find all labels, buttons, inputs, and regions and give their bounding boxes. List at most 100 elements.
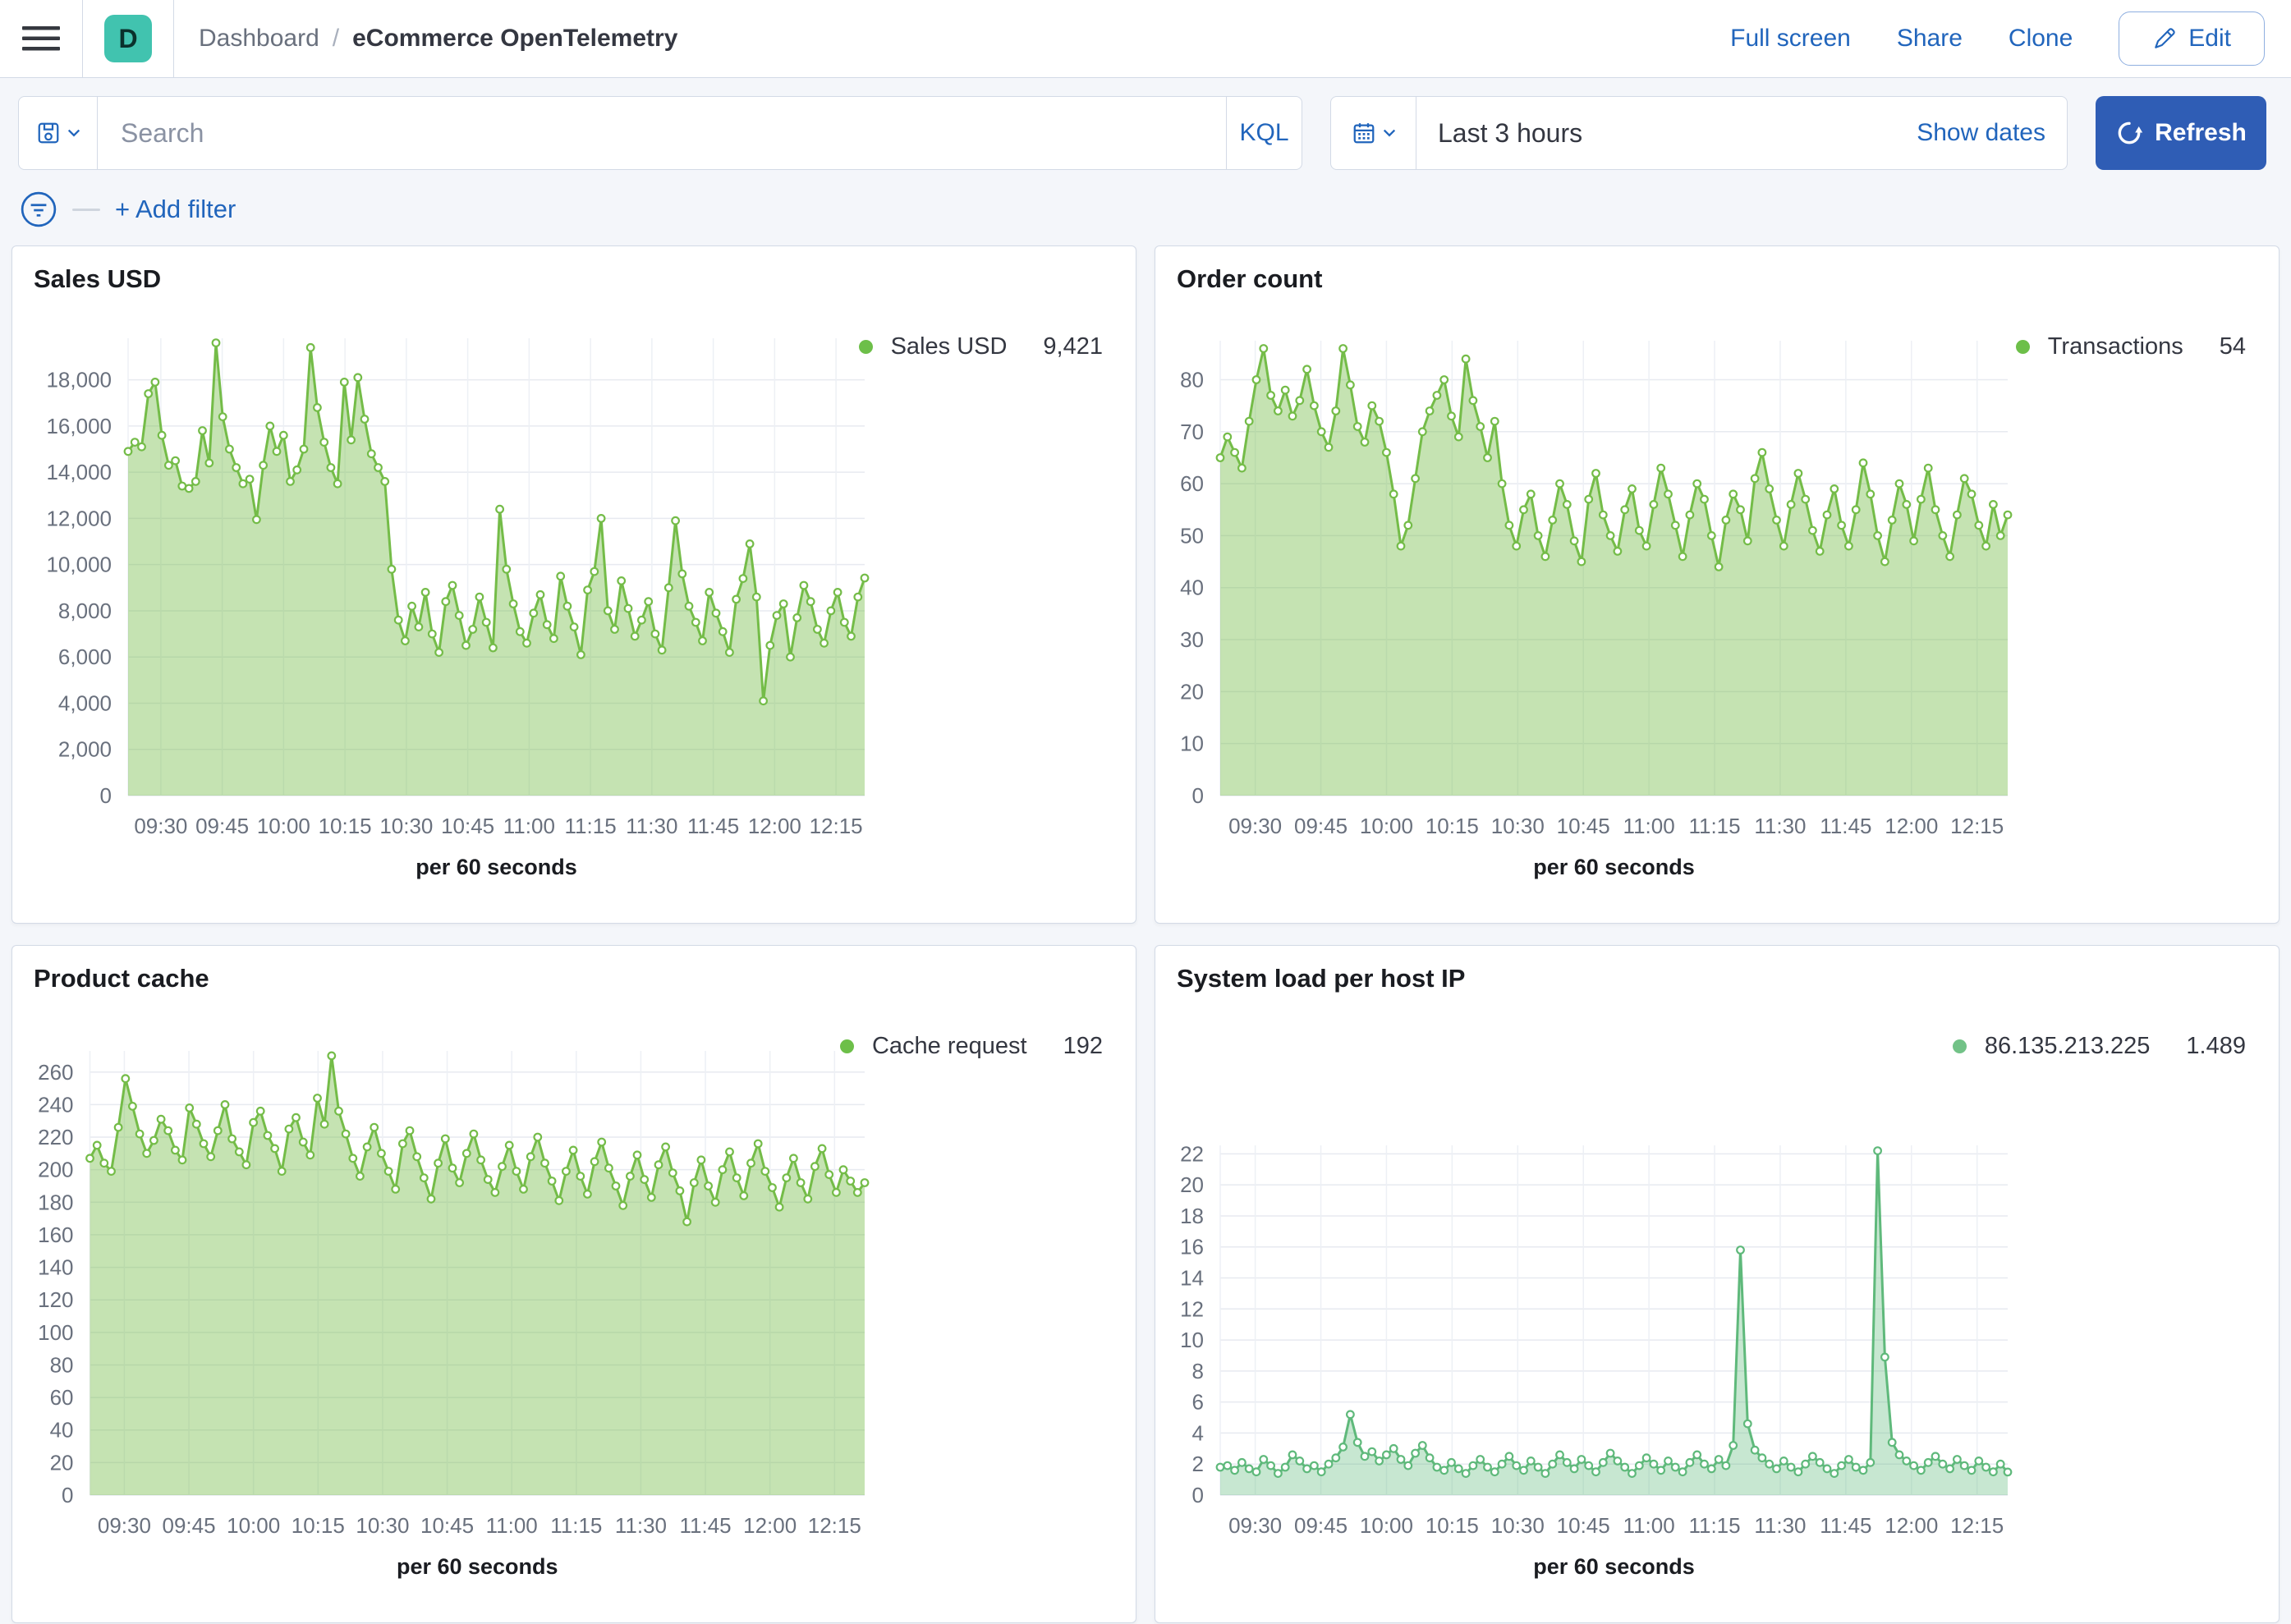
svg-text:11:30: 11:30 <box>615 1513 667 1538</box>
legend-dot-icon <box>858 340 873 354</box>
svg-text:70: 70 <box>1180 420 1204 444</box>
svg-text:0: 0 <box>1192 1483 1204 1507</box>
svg-text:12: 12 <box>1180 1296 1204 1321</box>
svg-text:0: 0 <box>100 783 112 808</box>
calendar-icon <box>1353 123 1374 144</box>
legend-label: Sales USD <box>890 333 1008 360</box>
svg-text:per 60 seconds: per 60 seconds <box>397 1554 558 1579</box>
svg-text:10:00: 10:00 <box>227 1513 280 1538</box>
svg-text:12:00: 12:00 <box>1885 1513 1938 1538</box>
svg-text:6,000: 6,000 <box>58 645 112 669</box>
svg-text:12:15: 12:15 <box>1950 1513 2004 1538</box>
svg-text:180: 180 <box>38 1190 73 1214</box>
svg-text:16: 16 <box>1180 1235 1204 1259</box>
add-filter-button[interactable]: + Add filter <box>115 195 236 224</box>
svg-text:10:00: 10:00 <box>1360 1513 1413 1538</box>
saved-query-menu-button[interactable] <box>19 97 98 169</box>
legend-label: Transactions <box>2047 333 2183 360</box>
svg-text:10:30: 10:30 <box>356 1513 409 1538</box>
breadcrumb-dashboard[interactable]: Dashboard <box>199 25 319 53</box>
svg-text:per 60 seconds: per 60 seconds <box>1533 855 1695 879</box>
legend-value: 1.489 <box>2186 1033 2246 1059</box>
svg-text:11:30: 11:30 <box>626 814 677 838</box>
svg-text:10:15: 10:15 <box>1426 814 1479 838</box>
svg-text:11:00: 11:00 <box>1623 814 1675 838</box>
panel-product-cache: 0 20 40 60 80 100 120 140 160 180 200 220 240 260 09:3… <box>11 945 1136 1623</box>
panel-system-load: 0 2 4 6 8 10 12 14 16 18 20 22 09:30 09:45 10:00 10:15 1… <box>1155 945 2280 1623</box>
svg-text:6: 6 <box>1192 1390 1204 1415</box>
date-quick-select-button[interactable] <box>1331 97 1416 169</box>
svg-text:11:00: 11:00 <box>486 1513 538 1538</box>
svg-text:10:30: 10:30 <box>379 814 433 838</box>
full-screen-button[interactable]: Full screen <box>1730 25 1851 53</box>
panel-order-count: 0 10 20 30 40 50 60 70 80 09:30 09:45 10:00 10:15 10:… <box>1155 245 2280 924</box>
svg-text:10:00: 10:00 <box>257 814 310 838</box>
chevron-down-icon <box>67 129 80 137</box>
svg-text:12:15: 12:15 <box>808 1513 861 1538</box>
space-avatar[interactable]: D <box>104 15 152 62</box>
svg-text:09:30: 09:30 <box>98 1513 151 1538</box>
svg-text:2,000: 2,000 <box>58 737 112 762</box>
svg-text:200: 200 <box>38 1158 73 1182</box>
svg-text:50: 50 <box>1180 523 1204 548</box>
legend-dot-icon <box>1952 1039 1967 1053</box>
svg-text:0: 0 <box>62 1483 73 1507</box>
svg-text:10:30: 10:30 <box>1491 814 1545 838</box>
svg-text:80: 80 <box>1180 367 1204 392</box>
svg-text:09:45: 09:45 <box>1294 814 1348 838</box>
svg-text:10,000: 10,000 <box>46 553 112 577</box>
legend-value: 192 <box>1063 1033 1103 1059</box>
legend-item[interactable]: Cache request 192 <box>839 1033 1103 1060</box>
refresh-button[interactable]: Refresh <box>2096 96 2266 170</box>
svg-text:09:30: 09:30 <box>1228 814 1282 838</box>
svg-text:10:45: 10:45 <box>1557 814 1610 838</box>
legend-item[interactable]: 86.135.213.225 1.489 <box>1952 1033 2246 1060</box>
legend-item[interactable]: Transactions 54 <box>2015 333 2246 360</box>
time-range-value[interactable]: Last 3 hours <box>1416 118 1582 149</box>
svg-text:0: 0 <box>1192 783 1204 808</box>
svg-text:11:00: 11:00 <box>1623 1513 1675 1538</box>
svg-text:160: 160 <box>38 1223 73 1247</box>
header-actions: Full screen Share Clone Edit <box>1730 11 2291 66</box>
show-dates-button[interactable]: Show dates <box>1917 119 2067 147</box>
panel-title: Product cache <box>34 964 209 993</box>
svg-text:12:15: 12:15 <box>810 814 863 838</box>
svg-text:60: 60 <box>50 1385 74 1410</box>
svg-text:11:15: 11:15 <box>1688 814 1740 838</box>
panel-sales-usd: 0 2,000 4,000 6,000 8,000 10,000 12,000 14,000 1… <box>11 245 1136 924</box>
panel-title: Order count <box>1177 264 1323 293</box>
refresh-icon <box>2118 122 2143 145</box>
menu-button[interactable] <box>0 0 82 77</box>
query-language-button[interactable]: KQL <box>1226 97 1302 169</box>
svg-text:11:15: 11:15 <box>550 1513 602 1538</box>
search-input[interactable]: Search <box>98 118 1226 149</box>
edit-button[interactable]: Edit <box>2119 11 2265 66</box>
filter-icon[interactable] <box>20 190 57 228</box>
svg-text:10:45: 10:45 <box>420 1513 474 1538</box>
svg-text:10:30: 10:30 <box>1491 1513 1545 1538</box>
svg-text:09:45: 09:45 <box>1294 1513 1348 1538</box>
svg-text:12,000: 12,000 <box>46 506 112 530</box>
svg-text:12:00: 12:00 <box>743 1513 797 1538</box>
svg-text:14: 14 <box>1180 1266 1204 1291</box>
chevron-down-icon <box>1383 129 1395 137</box>
legend-item[interactable]: Sales USD 9,421 <box>858 333 1103 360</box>
svg-text:14,000: 14,000 <box>46 460 112 484</box>
share-button[interactable]: Share <box>1897 25 1963 53</box>
hamburger-icon <box>22 26 60 51</box>
svg-text:16,000: 16,000 <box>46 414 112 438</box>
svg-text:100: 100 <box>38 1320 73 1345</box>
legend-dot-icon <box>2015 340 2030 354</box>
svg-text:09:45: 09:45 <box>195 814 249 838</box>
svg-text:18,000: 18,000 <box>46 368 112 392</box>
svg-text:11:45: 11:45 <box>1820 814 1871 838</box>
legend-label: 86.135.213.225 <box>1984 1033 2151 1059</box>
svg-text:per 60 seconds: per 60 seconds <box>416 855 577 879</box>
clone-button[interactable]: Clone <box>2009 25 2073 53</box>
save-icon <box>38 122 58 144</box>
svg-text:11:15: 11:15 <box>1688 1513 1740 1538</box>
svg-text:140: 140 <box>38 1255 73 1280</box>
svg-text:20: 20 <box>1180 1172 1204 1197</box>
svg-text:60: 60 <box>1180 471 1204 496</box>
svg-text:11:30: 11:30 <box>1754 1513 1806 1538</box>
